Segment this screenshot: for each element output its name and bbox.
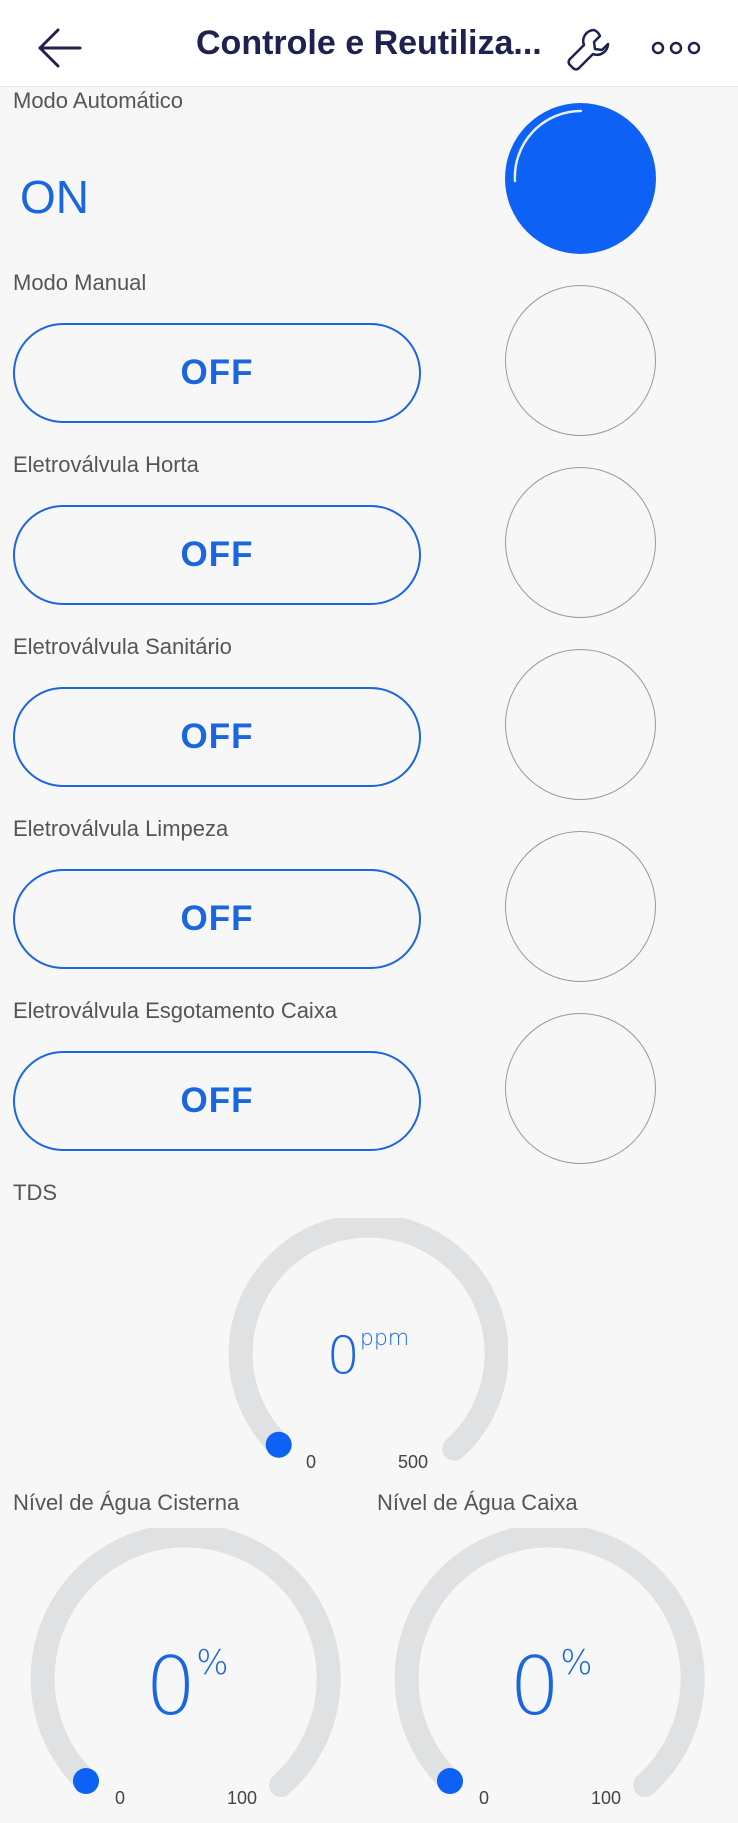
caixa-gauge-max: 100 [591, 1788, 622, 1808]
caixa-gauge-knob [437, 1768, 463, 1794]
tds-gauge-max: 500 [398, 1452, 429, 1472]
manual-mode-label: Modo Manual [13, 270, 147, 295]
tds-gauge-min: 0 [306, 1452, 317, 1472]
cisterna-gauge-max: 100 [227, 1788, 258, 1808]
tds-gauge-unit: ppm [359, 1326, 410, 1351]
cisterna-gauge-min: 0 [115, 1788, 126, 1808]
wrench-icon[interactable] [564, 24, 614, 74]
valve-horta-label: Eletroválvula Horta [13, 452, 199, 477]
caixa-gauge: 0% 0 100 [391, 1523, 711, 1818]
manual-mode-led [505, 285, 656, 436]
tds-gauge: 0ppm 0 500 [228, 1213, 509, 1472]
caixa-label: Nível de Água Caixa [377, 1490, 578, 1515]
valve-horta-button[interactable]: OFF [13, 505, 421, 605]
manual-mode-button[interactable]: OFF [13, 323, 421, 423]
page-title: Controle e Reutiliza... [196, 24, 542, 62]
cisterna-gauge-value: 0 [145, 1640, 197, 1733]
cisterna-label: Nível de Água Cisterna [13, 1490, 240, 1515]
top-app-bar: Controle e Reutiliza... [0, 0, 738, 87]
tds-label: TDS [13, 1180, 57, 1205]
valve-esgotamento-led [505, 1013, 656, 1164]
valve-esgotamento-label: Eletroválvula Esgotamento Caixa [13, 998, 338, 1023]
auto-mode-state: ON [20, 171, 89, 223]
valve-sanitario-label: Eletroválvula Sanitário [13, 634, 232, 659]
caixa-gauge-min: 0 [479, 1788, 490, 1808]
auto-mode-led [505, 103, 656, 254]
valve-esgotamento-button[interactable]: OFF [13, 1051, 421, 1151]
valve-sanitario-button[interactable]: OFF [13, 687, 421, 787]
cisterna-gauge-unit: % [196, 1643, 229, 1683]
more-dots-icon[interactable] [648, 30, 704, 66]
valve-limpeza-label: Eletroválvula Limpeza [13, 816, 229, 841]
valve-sanitario-led [505, 649, 656, 800]
arrow-left-icon[interactable] [34, 26, 86, 70]
caixa-gauge-value: 0 [509, 1640, 561, 1733]
tds-gauge-knob [265, 1431, 292, 1458]
valve-limpeza-led [505, 831, 656, 982]
valve-horta-led [505, 467, 656, 618]
cisterna-gauge: 0% 0 100 [27, 1523, 347, 1818]
valve-limpeza-button[interactable]: OFF [13, 869, 421, 969]
cisterna-gauge-knob [73, 1768, 99, 1794]
tds-gauge-value: 0 [326, 1326, 360, 1386]
caixa-gauge-unit: % [560, 1643, 593, 1683]
auto-mode-label: Modo Automático [13, 88, 183, 113]
